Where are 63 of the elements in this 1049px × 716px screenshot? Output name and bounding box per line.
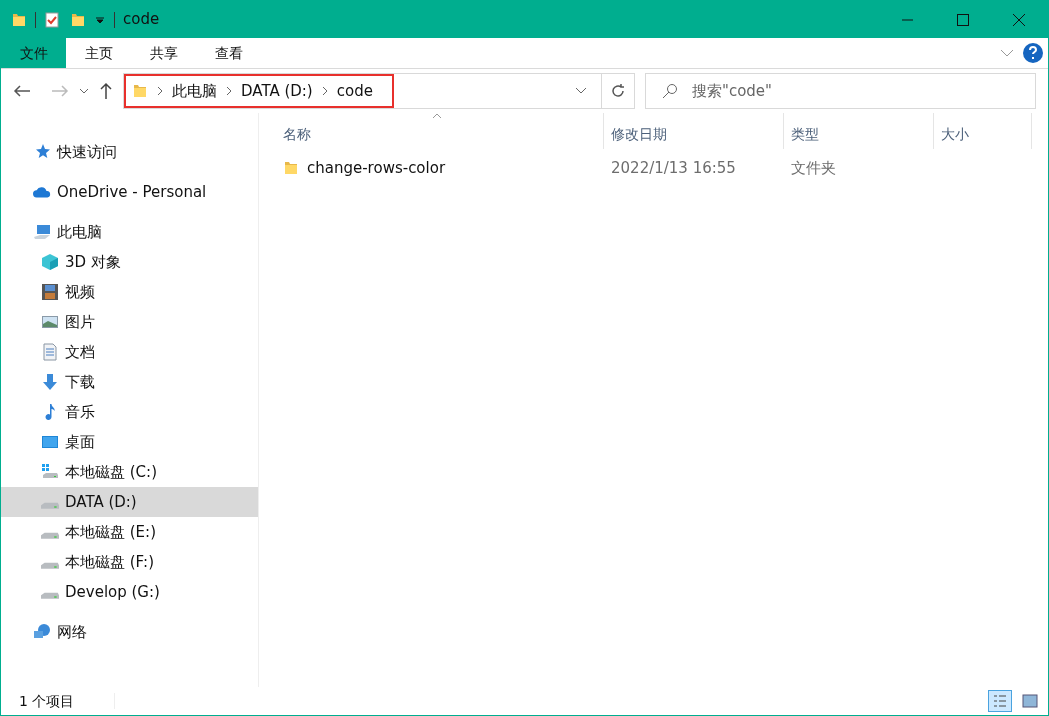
table-cell-text: 2022/1/13 16:55 <box>610 157 737 179</box>
nav-item[interactable]: Develop (G:) <box>1 577 258 607</box>
file-name[interactable]: change-rows-color <box>307 156 446 180</box>
status-text: 1 个项目 <box>19 691 75 711</box>
computer-icon <box>33 223 51 241</box>
nav-item[interactable]: 下载 <box>1 367 258 397</box>
drive-icon <box>41 561 59 569</box>
folder-icon <box>11 11 27 28</box>
help-icon[interactable] <box>1022 42 1044 64</box>
nav-item[interactable]: 桌面 <box>1 427 258 457</box>
drive-icon <box>41 463 59 481</box>
chevron-right-icon[interactable] <box>320 86 329 96</box>
nav-item[interactable]: DATA (D:) <box>1 487 258 517</box>
table-cell-text: 文件夹 <box>790 157 837 179</box>
drive-icon <box>41 531 59 539</box>
chevron-right-icon[interactable] <box>225 86 233 96</box>
film-icon <box>41 283 59 301</box>
cube-icon <box>41 253 59 271</box>
nav-item[interactable]: 本地磁盘 (E:) <box>1 517 258 547</box>
breadcrumb[interactable]: DATA (D:) <box>241 79 313 103</box>
chevron-right-icon[interactable] <box>156 86 164 96</box>
column-header[interactable]: 修改日期 <box>604 113 784 149</box>
thumbnail-view-icon[interactable] <box>1022 694 1038 708</box>
folder-icon <box>132 83 148 99</box>
document-icon <box>41 343 59 361</box>
drive-icon <box>41 501 59 509</box>
column-header[interactable]: 名称 <box>259 113 604 149</box>
up-arrow-icon[interactable] <box>99 82 113 100</box>
nav-item[interactable]: OneDrive - Personal <box>1 177 258 207</box>
down-arrow-icon <box>41 373 59 391</box>
nav-item[interactable]: 网络 <box>1 617 258 647</box>
nav-item[interactable]: 此电脑 <box>1 217 258 247</box>
chevron-down-icon[interactable] <box>79 87 89 95</box>
search-box[interactable]: 搜索"code" <box>645 73 1036 109</box>
desktop-icon <box>41 433 59 451</box>
nav-item[interactable]: 本地磁盘 (C:) <box>1 457 258 487</box>
column-header[interactable]: 大小 <box>934 113 1032 149</box>
breadcrumb[interactable]: 此电脑 <box>172 79 217 103</box>
breadcrumb[interactable]: code <box>336 79 373 103</box>
search-icon <box>662 83 678 99</box>
network-icon <box>33 623 51 641</box>
column-header[interactable]: 类型 <box>784 113 934 149</box>
back-arrow-icon[interactable] <box>13 84 31 98</box>
image-icon <box>41 313 59 331</box>
nav-item[interactable]: 本地磁盘 (F:) <box>1 547 258 577</box>
window-title: code <box>123 9 160 31</box>
nav-item[interactable]: 音乐 <box>1 397 258 427</box>
refresh-icon[interactable] <box>610 83 626 99</box>
drive-icon <box>41 591 59 599</box>
nav-item[interactable]: 3D 对象 <box>1 247 258 277</box>
checklist-icon[interactable] <box>44 11 60 28</box>
folder-icon <box>283 160 299 176</box>
search-field[interactable]: 搜索"code" <box>692 79 1019 103</box>
nav-item[interactable]: 视频 <box>1 277 258 307</box>
star-icon <box>33 143 51 161</box>
nav-item[interactable]: 快速访问 <box>1 137 258 167</box>
nav-item[interactable]: 文档 <box>1 337 258 367</box>
folder-icon <box>70 11 86 28</box>
ribbon-tab[interactable]: 文件 <box>1 38 66 68</box>
chevron-down-icon[interactable] <box>575 87 587 95</box>
nav-item[interactable]: 图片 <box>1 307 258 337</box>
sort-caret-icon <box>432 113 442 119</box>
chevron-down-icon[interactable] <box>1000 48 1014 58</box>
